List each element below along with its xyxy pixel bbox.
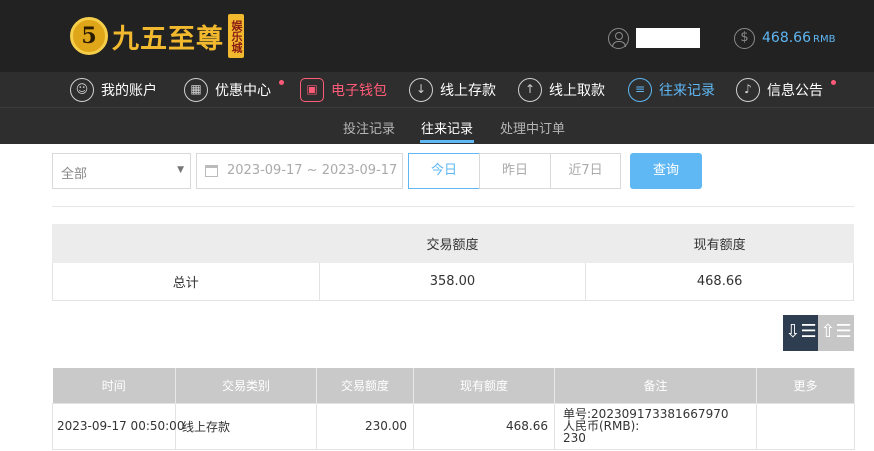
nav-online-deposit[interactable]: ↓ 线上存款 [409,72,496,108]
range-yesterday-button[interactable]: 昨日 [479,153,551,189]
brand-logo[interactable]: 5 九五至尊 娱乐城 [70,14,244,58]
account-balance: 468.66 RMB [762,30,835,46]
brand-name: 九五至尊 [112,23,224,55]
summary-balance: 468.66 [585,262,854,301]
date-range-picker[interactable]: 2023-09-17 ~ 2023-09-17 [196,153,403,189]
divider [52,206,854,207]
dollar-circle-icon: $ [734,28,755,49]
remark-value: 230 [563,431,586,445]
column-header-amount: 交易额度 [316,368,414,403]
cell-balance: 468.66 [413,402,555,450]
balance-currency: RMB [813,34,836,45]
main-nav: ☺ 我的账户 ▦ 优惠中心 ▣ 电子钱包 ↓ 线上存款 ↑ 线上取款 ≡ 往来记… [0,72,874,108]
remark-currency: 人民币(RMB): [563,419,640,433]
balance-value: 468.66 [762,30,811,46]
cell-more[interactable] [756,402,855,450]
notification-dot [279,80,284,85]
nav-label: 往来记录 [659,83,715,99]
summary-label: 总计 [52,262,320,301]
range-last7days-button[interactable]: 近7日 [550,153,621,189]
cell-remark: 单号:20230917338166797​0 人民币(RMB): 230 [554,402,757,450]
sort-ascending-button[interactable]: ⇧☰ [818,315,854,351]
nav-my-account[interactable]: ☺ 我的账户 [70,72,157,108]
active-tab-indicator [420,140,474,143]
date-range-value: 2023-09-17 ~ 2023-09-17 [227,163,398,178]
summary-table: 交易额度 现有额度 总计 358.00 468.66 [52,224,854,301]
summary-amount: 358.00 [318,262,587,301]
summary-header-row: 交易额度 现有额度 [52,224,854,263]
column-header-more: 更多 [756,368,855,403]
wallet-icon: ▣ [300,78,324,102]
nav-label: 优惠中心 [215,83,271,99]
nav-label: 信息公告 [767,83,823,99]
cell-type: 线上存款 [175,402,317,450]
table-row[interactable]: 2023-09-17 00:50:00 线上存款 230.00 468.66 单… [52,402,855,450]
cell-time: 2023-09-17 00:50:00 [52,402,184,450]
column-header-time: 时间 [52,368,176,403]
sub-nav: 投注记录 往来记录 处理中订单 [0,108,874,144]
user-icon: ☺ [70,78,94,102]
select-value: 全部 [61,167,88,182]
deposit-icon: ↓ [409,78,433,102]
top-header: 5 九五至尊 娱乐城 $ 468.66 RMB [0,0,874,72]
transaction-type-select[interactable]: 全部 ▼ [52,153,191,189]
tab-transaction-records[interactable]: 往来记录 [421,118,473,137]
records-icon: ≡ [628,78,652,102]
column-header-balance: 现有额度 [413,368,555,403]
nav-label: 我的账户 [101,83,157,99]
withdraw-icon: ↑ [518,78,542,102]
caret-down-icon: ▼ [177,165,184,175]
sort-descending-button[interactable]: ⇩☰ [783,315,819,351]
nav-promotions[interactable]: ▦ 优惠中心 [184,72,271,108]
username-redacted [636,28,700,48]
gift-icon: ▦ [184,78,208,102]
user-icon[interactable] [608,28,629,49]
nav-announcements[interactable]: ♪ 信息公告 [736,72,823,108]
tab-pending-orders[interactable]: 处理中订单 [500,118,565,137]
summary-header-cell [52,224,320,263]
summary-header-cell: 交易额度 [318,224,587,263]
nav-transaction-records[interactable]: ≡ 往来记录 [628,72,715,108]
brand-tag: 娱乐城 [228,14,244,58]
nav-label: 线上取款 [549,83,605,99]
nav-online-withdraw[interactable]: ↑ 线上取款 [518,72,605,108]
nav-e-wallet[interactable]: ▣ 电子钱包 [300,72,387,108]
records-table: 时间 交易类别 交易额度 现有额度 备注 更多 2023-09-17 00:50… [52,368,855,450]
bell-icon: ♪ [736,78,760,102]
tab-bet-records[interactable]: 投注记录 [343,118,395,137]
logo-mark: 5 [70,17,108,55]
records-header-row: 时间 交易类别 交易额度 现有额度 备注 更多 [52,368,855,403]
calendar-icon [205,165,218,177]
notification-dot [831,80,836,85]
nav-label: 线上存款 [440,83,496,99]
summary-header-cell: 现有额度 [585,224,854,263]
column-header-remark: 备注 [554,368,757,403]
cell-amount: 230.00 [316,402,414,450]
column-header-type: 交易类别 [175,368,317,403]
summary-total-row: 总计 358.00 468.66 [52,262,854,301]
range-today-button[interactable]: 今日 [408,153,480,189]
nav-label: 电子钱包 [331,83,387,99]
query-button[interactable]: 查询 [630,153,702,189]
